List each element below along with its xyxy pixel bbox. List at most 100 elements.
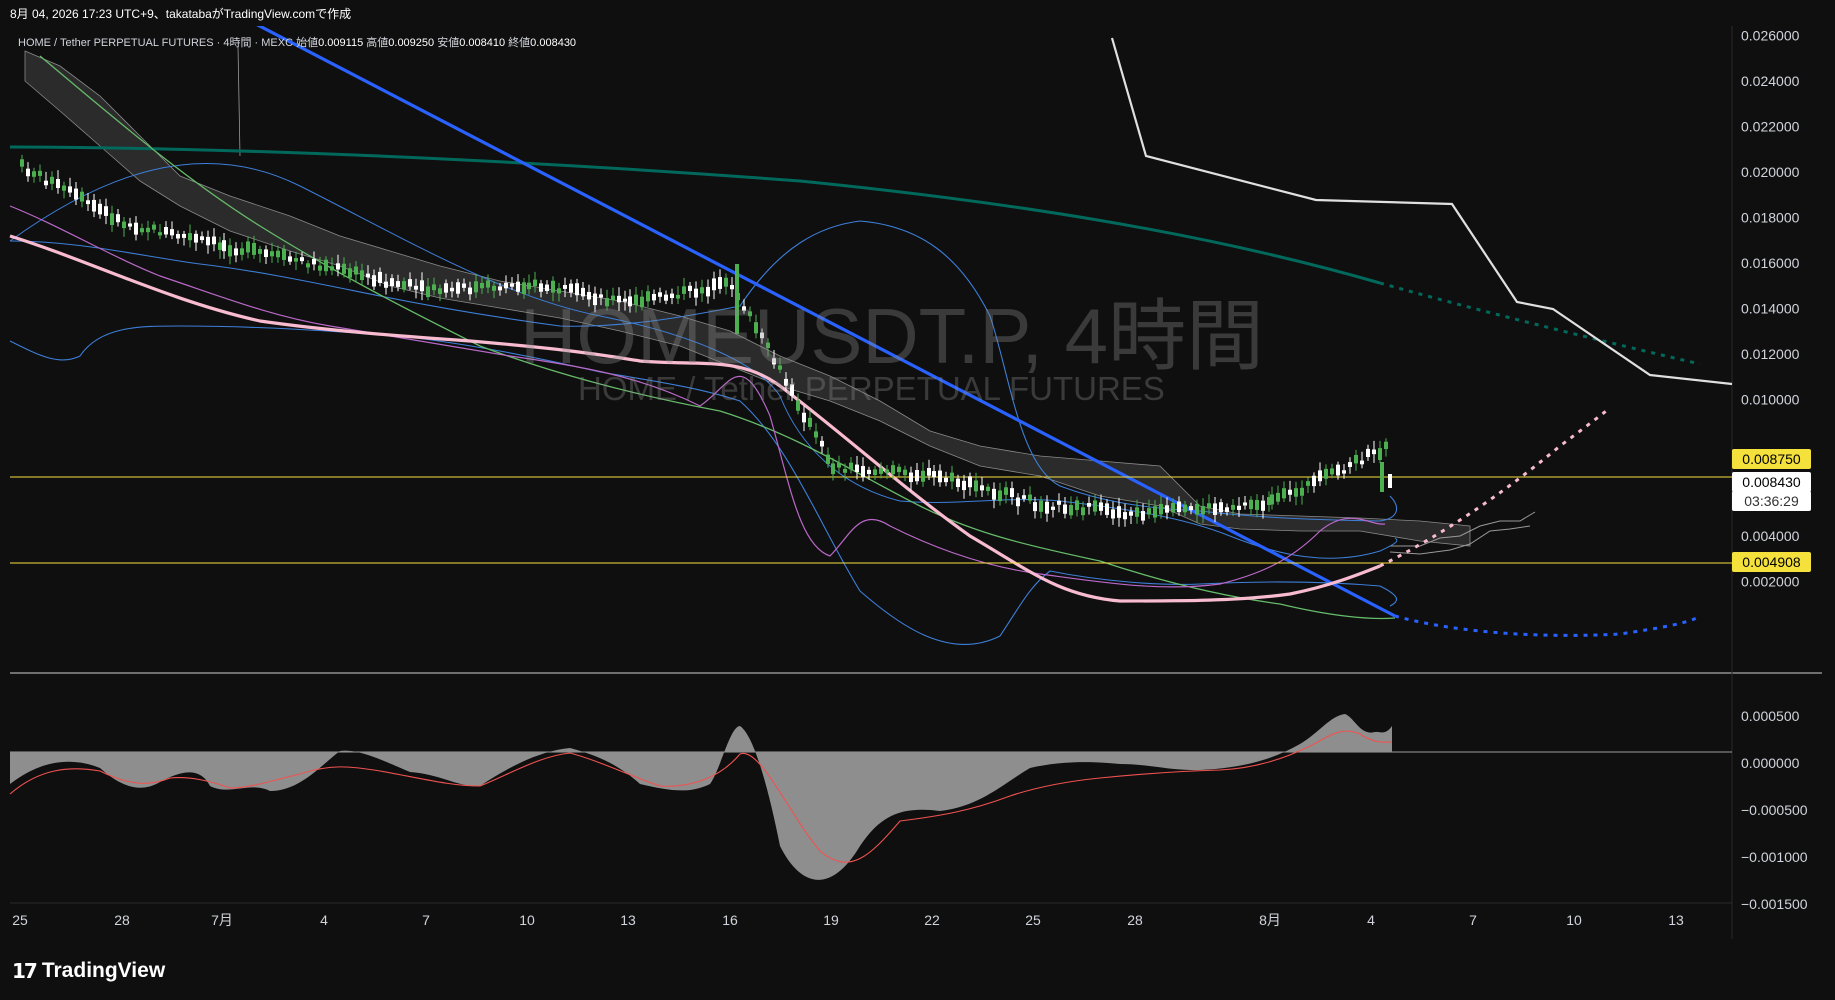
price-axis-label: 0.012000 xyxy=(1741,346,1800,362)
candle xyxy=(1354,454,1358,464)
candle xyxy=(814,431,818,438)
candle xyxy=(1201,506,1205,515)
price-axis-label: 0.026000 xyxy=(1741,28,1800,44)
candle xyxy=(974,480,978,492)
candle xyxy=(831,463,835,475)
candle xyxy=(980,485,984,491)
candle xyxy=(68,186,72,193)
candle xyxy=(354,266,358,275)
candle xyxy=(1177,501,1181,513)
candle xyxy=(1366,448,1370,458)
candle xyxy=(282,248,286,260)
candle xyxy=(1069,505,1073,516)
candle xyxy=(1342,470,1346,474)
candle xyxy=(98,203,102,215)
time-axis-label: 7月 xyxy=(211,912,233,928)
candle xyxy=(1318,470,1322,482)
time-axis-label: 4 xyxy=(320,912,328,928)
candle xyxy=(378,271,382,283)
candle xyxy=(420,280,424,292)
candle xyxy=(986,486,990,491)
price-axis-label: 0.022000 xyxy=(1741,119,1800,135)
candle xyxy=(1087,503,1091,507)
price-chart[interactable]: 0.0280000.0260000.0240000.0220000.020000… xyxy=(0,26,1835,939)
candle xyxy=(336,263,340,270)
candle xyxy=(1294,488,1298,497)
candle xyxy=(1243,502,1247,506)
candle xyxy=(32,171,36,177)
candle xyxy=(264,249,268,258)
candle xyxy=(1171,502,1175,513)
legend-pair: HOME / Tether PERPETUAL FUTURES · 4時間 · … xyxy=(18,37,294,49)
candle xyxy=(306,263,310,268)
candle xyxy=(1123,512,1127,520)
candle xyxy=(1330,468,1334,475)
oscillator-axis: 0.000500 0.000000 −0.000500 −0.001000 −0.001… xyxy=(1741,708,1808,912)
candle xyxy=(1207,503,1211,509)
candle xyxy=(122,221,126,229)
candle xyxy=(1276,492,1280,502)
time-axis-label: 8月 xyxy=(1259,912,1281,928)
candle xyxy=(104,206,108,216)
legend-open-label: 始値 xyxy=(296,37,319,49)
candle xyxy=(176,233,180,239)
candle xyxy=(80,191,84,202)
oscillator-histogram xyxy=(10,714,1392,880)
last-candle xyxy=(1388,474,1392,488)
candle xyxy=(270,251,274,257)
candle xyxy=(246,241,250,253)
candle xyxy=(826,454,830,464)
candle xyxy=(44,180,48,186)
candle xyxy=(212,236,216,245)
time-axis-label: 25 xyxy=(12,912,28,928)
candle xyxy=(1360,460,1364,465)
tradingview-logo[interactable]: 17 TradingView xyxy=(12,959,165,983)
time-axis-label: 25 xyxy=(1025,912,1041,928)
candle xyxy=(1022,495,1026,499)
legend-close: 0.008430 xyxy=(530,37,577,49)
price-axis-label: 0.020000 xyxy=(1741,164,1800,180)
candle xyxy=(62,185,66,191)
candle xyxy=(342,263,346,274)
candle xyxy=(1249,499,1253,510)
candle xyxy=(1336,464,1340,476)
candle xyxy=(218,242,222,250)
price-axis-label: 0.014000 xyxy=(1741,301,1800,317)
candle xyxy=(74,188,78,200)
chart-area[interactable]: 0.0280000.0260000.0240000.0220000.020000… xyxy=(0,26,1835,939)
candle xyxy=(808,417,812,427)
candle xyxy=(1105,503,1109,515)
candle xyxy=(1270,494,1274,505)
price-axis-label: 0.004000 xyxy=(1741,528,1800,544)
candle xyxy=(1153,506,1157,518)
candle xyxy=(992,488,996,500)
price-axis-label: 0.016000 xyxy=(1741,255,1800,271)
pink-ma-projection xyxy=(1379,406,1611,568)
candle xyxy=(480,282,484,289)
legend-open: 0.009115 xyxy=(318,37,364,49)
candle xyxy=(998,490,1002,502)
candle xyxy=(873,469,877,476)
candle xyxy=(408,279,412,287)
candle xyxy=(915,470,919,482)
candle xyxy=(1165,505,1169,513)
candle xyxy=(1348,462,1352,467)
candle xyxy=(927,467,931,476)
candle xyxy=(1288,489,1292,495)
candle xyxy=(234,248,238,256)
time-axis-label: 16 xyxy=(722,912,738,928)
time-axis-label: 7 xyxy=(1469,912,1477,928)
candle xyxy=(944,477,948,483)
candle xyxy=(50,176,54,184)
tradingview-logo-icon: 17 xyxy=(12,959,38,983)
candle xyxy=(38,170,42,176)
candle xyxy=(222,240,226,252)
chart-caption: 8月 04, 2026 17:23 UTC+9、takatabaがTrading… xyxy=(0,0,1835,26)
candle xyxy=(414,285,418,290)
candle xyxy=(950,472,954,482)
candle xyxy=(1141,511,1145,521)
time-axis-label: 13 xyxy=(1668,912,1684,928)
candle xyxy=(158,232,162,236)
candle xyxy=(1372,449,1376,455)
candle xyxy=(462,283,466,288)
